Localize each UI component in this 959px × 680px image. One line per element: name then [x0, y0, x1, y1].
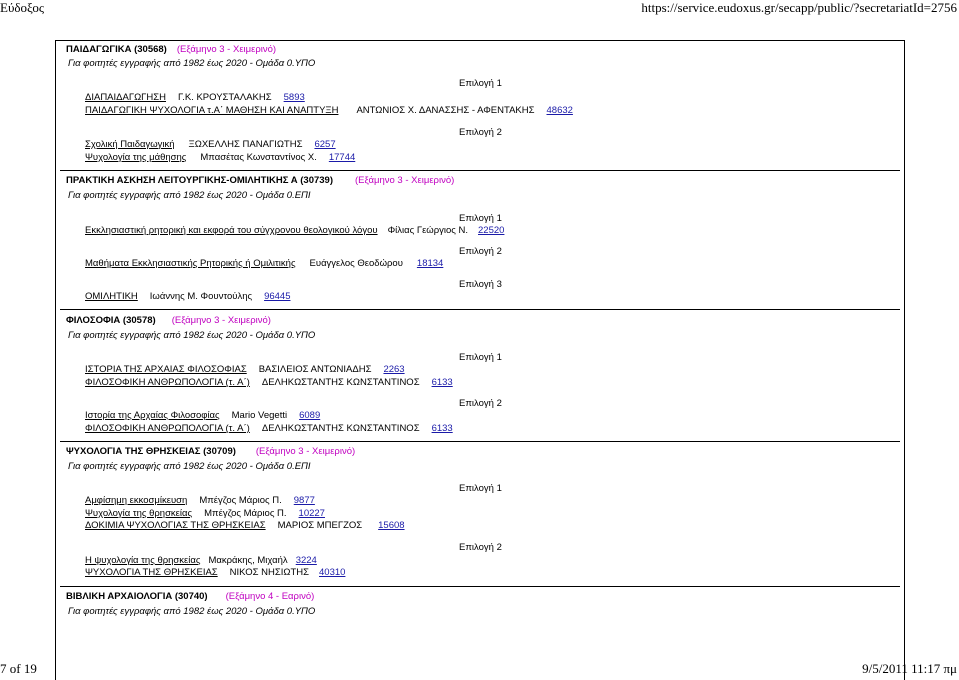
- book-title: ΙΣΤΟΡΙΑ ΤΗΣ ΑΡΧΑΙΑΣ ΦΙΛΟΣΟΦΙΑΣ: [85, 364, 247, 375]
- book-code-link[interactable]: 3224: [296, 555, 317, 566]
- course-title: ΠΡΑΚΤΙΚΗ ΑΣΚΗΣΗ ΛΕΙΤΟΥΡΓΙΚΗΣ-ΟΜΙΛΗΤΙΚΗΣ …: [66, 175, 455, 186]
- book-row: ΨΥΧΟΛΟΓΙΑ ΤΗΣ ΘΡΗΣΚΕΙΑΣ ΝΙΚΟΣ ΝΗΣΙΩΤΗΣ 403…: [85, 567, 345, 579]
- course-note: Για φοιτητές εγγραφής από 1982 έως 2020 …: [68, 330, 316, 341]
- book-title: Ψυχολογία της θρησκείας: [85, 508, 193, 519]
- course-semester: (Εξάμηνο 3 - Χειμερινό): [171, 315, 271, 326]
- book-title: Η ψυχολογία της θρησκείας: [85, 555, 201, 566]
- course-semester: (Εξάμηνο 3 - Χειμερινό): [176, 44, 277, 55]
- book-title: ΦΙΛΟΣΟΦΙΚΗ ΑΝΘΡΩΠΟΛΟΓΙΑ (τ. Α΄): [85, 377, 250, 388]
- book-row: Ψυχολογία της μάθησης Μπασέτας Κωνσταντίν…: [85, 152, 355, 164]
- course-semester: (Εξάμηνο 3 - Χειμερινό): [355, 175, 455, 186]
- book-author: ΞΩΧΕΛΛΗΣ ΠΑΝΑΓΙΩΤΗΣ: [188, 139, 303, 150]
- page-number: 7 of 19: [0, 661, 37, 676]
- course-note: Για φοιτητές εγγραφής από 1982 έως 2020 …: [68, 606, 316, 617]
- book-title: Ψυχολογία της μάθησης: [85, 152, 187, 163]
- book-title: Αμφίσημη εκκοσμίκευση: [85, 495, 188, 506]
- book-row: Αμφίσημη εκκοσμίκευση Μπέγζος Μάριος Π. 98…: [85, 495, 315, 507]
- book-author: Φίλιας Γεώργιος Ν.: [387, 225, 468, 236]
- course-title: ΨΥΧΟΛΟΓΙΑ ΤΗΣ ΘΡΗΣΚΕΙΑΣ (30709) (Εξάμηνο …: [66, 446, 356, 457]
- option-label: Επιλογή 2: [459, 542, 502, 553]
- option-label: Επιλογή 1: [459, 352, 502, 363]
- book-code-link[interactable]: 2263: [383, 364, 404, 375]
- course-title: ΒΙΒΛΙΚΗ ΑΡΧΑΙΟΛΟΓΙΑ (30740) (Εξάμηνο 4 - …: [66, 591, 315, 602]
- book-row: Η ψυχολογία της θρησκείας Μακράκης, Μιχαή…: [85, 555, 317, 567]
- option-label: Επιλογή 2: [459, 398, 502, 409]
- option-label: Επιλογή 1: [459, 213, 502, 224]
- option-label: Επιλογή 1: [459, 78, 502, 89]
- book-author: Ευάγγελος Θεοδώρου: [309, 258, 403, 269]
- section-divider: [60, 441, 900, 442]
- book-title: ΠΑΙΔΑΓΩΓΙΚΗ ΨΥΧΟΛΟΓΙΑ τ.Α΄ ΜΑΘΗΣΗ ΚΑΙ ΑΝ…: [85, 105, 339, 116]
- course-note: Για φοιτητές εγγραφής από 1982 έως 2020 …: [68, 190, 311, 201]
- book-author: Γ.Κ. ΚΡΟΥΣΤΑΛΑΚΗΣ: [178, 92, 272, 103]
- course-semester: (Εξάμηνο 4 - Εαρινό): [225, 591, 315, 602]
- book-author: Μπασέτας Κωνσταντίνος Χ.: [200, 152, 317, 163]
- book-title: ΨΥΧΟΛΟΓΙΑ ΤΗΣ ΘΡΗΣΚΕΙΑΣ: [85, 567, 218, 578]
- book-title: Μαθήματα Εκκλησιαστικής Ρητορικής ή Ομιλ…: [85, 258, 296, 269]
- book-code-link[interactable]: 9877: [294, 495, 315, 506]
- book-author: Μπέγζος Μάριος Π.: [204, 508, 287, 519]
- book-code-link[interactable]: 22520: [478, 225, 504, 236]
- book-author: ΜΑΡΙΟΣ ΜΠΕΓΖΟΣ: [277, 520, 363, 531]
- book-author: ΑΝΤΩΝΙΟΣ Χ. ΔΑΝΑΣΣΗΣ - ΑΦΕΝΤΑΚΗΣ: [356, 105, 535, 116]
- book-code-link[interactable]: 96445: [264, 291, 290, 302]
- book-author: ΝΙΚΟΣ ΝΗΣΙΩΤΗΣ: [229, 567, 309, 578]
- book-row: Ιστορία της Αρχαίας Φιλοσοφίας Mario Vege…: [85, 410, 320, 422]
- book-code-link[interactable]: 6257: [314, 139, 335, 150]
- course-note: Για φοιτητές εγγραφής από 1982 έως 2020 …: [68, 461, 311, 472]
- course-semester: (Εξάμηνο 3 - Χειμερινό): [255, 446, 356, 457]
- book-row: Σχολική Παιδαγωγική ΞΩΧΕΛΛΗΣ ΠΑΝΑΓΙΩΤΗΣ 62…: [85, 139, 336, 151]
- section-divider: [60, 170, 900, 171]
- book-row: ΠΑΙΔΑΓΩΓΙΚΗ ΨΥΧΟΛΟΓΙΑ τ.Α΄ ΜΑΘΗΣΗ ΚΑΙ ΑΝ…: [85, 105, 573, 117]
- book-title: ΟΜΙΛΗΤΙΚΗ: [85, 291, 138, 302]
- option-label: Επιλογή 2: [459, 127, 502, 138]
- book-row: Εκκλησιαστική ρητορική και εκφορά του σύ…: [85, 225, 504, 237]
- option-label: Επιλογή 1: [459, 483, 502, 494]
- section-divider: [60, 309, 900, 310]
- book-code-link[interactable]: 48632: [547, 105, 573, 116]
- book-row: ΔΙΑΠΑΙΔΑΓΩΓΗΣΗ Γ.Κ. ΚΡΟΥΣΤΑΛΑΚΗΣ 5893: [85, 92, 305, 104]
- book-author: Mario Vegetti: [231, 410, 288, 421]
- book-author: ΒΑΣΙΛΕΙΟΣ ΑΝΤΩΝΙΑΔΗΣ: [258, 364, 372, 375]
- course-note: Για φοιτητές εγγραφής από 1982 έως 2020 …: [68, 58, 316, 69]
- book-code-link[interactable]: 6133: [432, 377, 453, 388]
- book-code-link[interactable]: 6133: [432, 423, 453, 434]
- book-title: Ιστορία της Αρχαίας Φιλοσοφίας: [85, 410, 220, 421]
- book-code-link[interactable]: 6089: [299, 410, 320, 421]
- header-site-name: Εύδοξος: [0, 0, 44, 15]
- book-row: ΔΟΚΙΜΙΑ ΨΥΧΟΛΟΓΙΑΣ ΤΗΣ ΘΡΗΣΚΕΙΑΣ ΜΑΡΙΟΣ Μ…: [85, 520, 405, 532]
- book-title: Εκκλησιαστική ρητορική και εκφορά του σύ…: [85, 225, 378, 236]
- book-code-link[interactable]: 15608: [378, 520, 404, 531]
- section-divider: [60, 586, 900, 587]
- book-row: Μαθήματα Εκκλησιαστικής Ρητορικής ή Ομιλ…: [85, 258, 443, 270]
- course-title: ΠΑΙΔΑΓΩΓΙΚΑ (30568) (Εξάμηνο 3 - Χειμεριν…: [66, 44, 277, 55]
- option-label: Επιλογή 3: [459, 279, 502, 290]
- header-url: https://service.eudoxus.gr/secapp/public…: [641, 0, 957, 15]
- book-row: ΙΣΤΟΡΙΑ ΤΗΣ ΑΡΧΑΙΑΣ ΦΙΛΟΣΟΦΙΑΣ ΒΑΣΙΛΕΙΟΣ …: [85, 364, 405, 376]
- book-title: ΔΙΑΠΑΙΔΑΓΩΓΗΣΗ: [85, 92, 167, 103]
- book-code-link[interactable]: 10227: [299, 508, 325, 519]
- book-title: ΦΙΛΟΣΟΦΙΚΗ ΑΝΘΡΩΠΟΛΟΓΙΑ (τ. Α΄): [85, 423, 250, 434]
- book-row: ΦΙΛΟΣΟΦΙΚΗ ΑΝΘΡΩΠΟΛΟΓΙΑ (τ. Α΄) ΔΕΛΗΚΩΣΤΑ…: [85, 377, 453, 389]
- book-author: Ιωάννης Μ. Φουντούλης: [149, 291, 253, 302]
- book-row: ΦΙΛΟΣΟΦΙΚΗ ΑΝΘΡΩΠΟΛΟΓΙΑ (τ. Α΄) ΔΕΛΗΚΩΣΤΑ…: [85, 423, 453, 435]
- book-row: Ψυχολογία της θρησκείας Μπέγζος Μάριος Π.…: [85, 508, 325, 520]
- option-label: Επιλογή 2: [459, 246, 502, 257]
- book-code-link[interactable]: 17744: [329, 152, 355, 163]
- book-title: ΔΟΚΙΜΙΑ ΨΥΧΟΛΟΓΙΑΣ ΤΗΣ ΘΡΗΣΚΕΙΑΣ: [85, 520, 266, 531]
- book-code-link[interactable]: 5893: [284, 92, 305, 103]
- book-title: Σχολική Παιδαγωγική: [85, 139, 175, 150]
- book-code-link[interactable]: 18134: [417, 258, 443, 269]
- book-author: Μπέγζος Μάριος Π.: [199, 495, 282, 506]
- book-author: ΔΕΛΗΚΩΣΤΑΝΤΗΣ ΚΩΝΣΤΑΝΤΙΝΟΣ: [261, 423, 420, 434]
- course-title: ΦΙΛΟΣΟΦΙΑ (30578) (Εξάμηνο 3 - Χειμερινό): [66, 315, 271, 326]
- book-row: ΟΜΙΛΗΤΙΚΗ Ιωάννης Μ. Φουντούλης 96445: [85, 291, 290, 303]
- book-author: Μακράκης, Μιχαήλ: [208, 555, 288, 566]
- book-code-link[interactable]: 40310: [319, 567, 345, 578]
- book-author: ΔΕΛΗΚΩΣΤΑΝΤΗΣ ΚΩΝΣΤΑΝΤΙΝΟΣ: [261, 377, 420, 388]
- print-datetime: 9/5/2011 11:17 πμ: [862, 661, 957, 676]
